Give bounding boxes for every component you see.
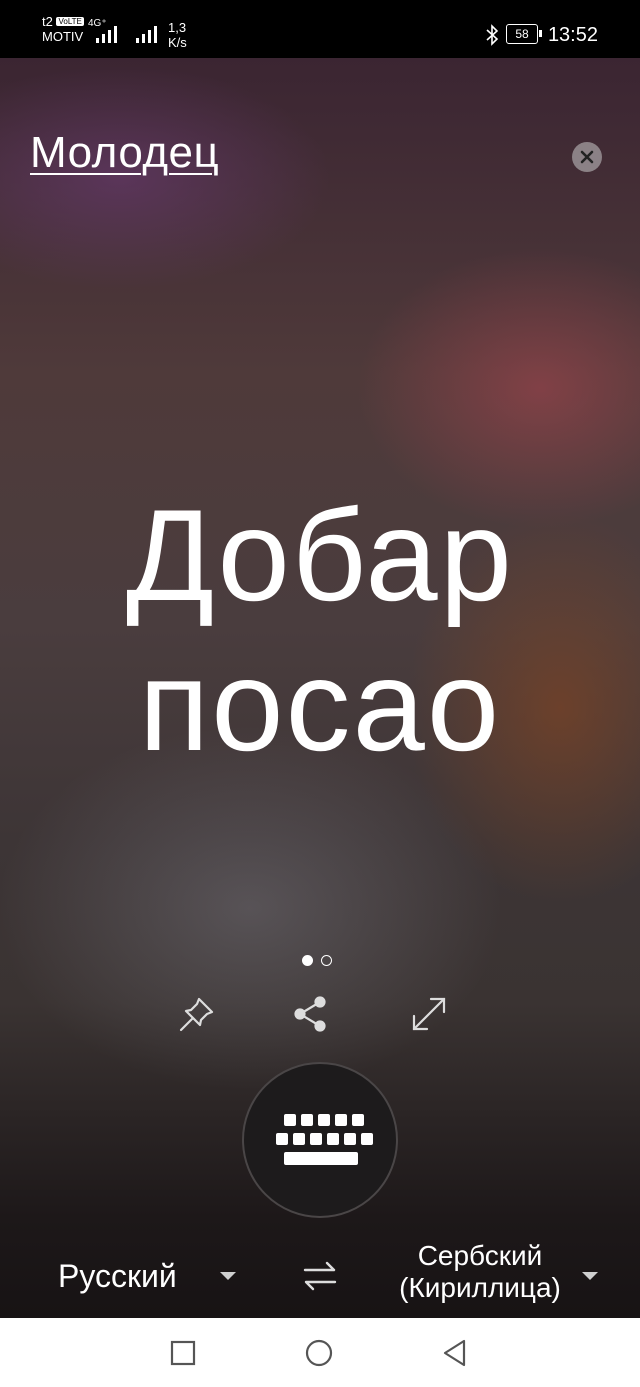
page-dot[interactable] [321, 955, 333, 966]
target-language-name: Сербский [417, 1240, 543, 1271]
swap-icon[interactable] [300, 1256, 340, 1296]
speed-value: 1,3 [168, 20, 187, 35]
clock: 13:52 [547, 24, 598, 46]
triangle-back-icon[interactable] [440, 1338, 470, 1368]
carrier-info: t2 VoLTE MOTIV [42, 14, 84, 44]
speed-unit: K/s [168, 35, 187, 50]
target-language-dropdown-icon[interactable] [582, 1272, 598, 1280]
translation-result: Добар посао [0, 480, 640, 780]
translation-line-1: Добар [126, 482, 514, 628]
source-language[interactable]: Русский [58, 1258, 177, 1295]
page-indicator [302, 953, 336, 971]
battery-tip [539, 30, 542, 37]
battery-indicator: 58 [506, 24, 538, 44]
volte-badge: VoLTE [56, 17, 84, 26]
bluetooth-icon [486, 24, 499, 46]
target-language[interactable]: Сербский (Кириллица) [390, 1240, 570, 1304]
expand-icon[interactable] [409, 994, 449, 1034]
pin-icon[interactable] [177, 994, 217, 1034]
square-icon[interactable] [168, 1338, 198, 1368]
keyboard-button[interactable] [242, 1062, 398, 1218]
status-bar: t2 VoLTE MOTIV 4G⁺ 1,3 K/s 58 13:52 [0, 0, 640, 58]
source-phrase[interactable]: Молодец [30, 128, 219, 178]
source-language-dropdown-icon[interactable] [220, 1272, 236, 1280]
close-button[interactable] [572, 142, 602, 172]
target-language-script: (Кириллица) [399, 1272, 561, 1303]
language-bar: Русский Сербский (Кириллица) [0, 1240, 640, 1318]
share-icon[interactable] [290, 994, 330, 1034]
close-icon [580, 150, 594, 164]
network-speed: 1,3 K/s [168, 20, 187, 50]
carrier-top: t2 [42, 14, 53, 29]
signal-icon-1 [96, 26, 117, 43]
keyboard-icon [276, 1114, 373, 1165]
page-dot-active [302, 955, 313, 966]
translation-line-2: посао [138, 632, 502, 778]
circle-icon[interactable] [304, 1338, 334, 1368]
signal-icon-2 [136, 26, 157, 43]
carrier-bottom: MOTIV [42, 29, 84, 44]
system-nav-bar [0, 1318, 640, 1387]
